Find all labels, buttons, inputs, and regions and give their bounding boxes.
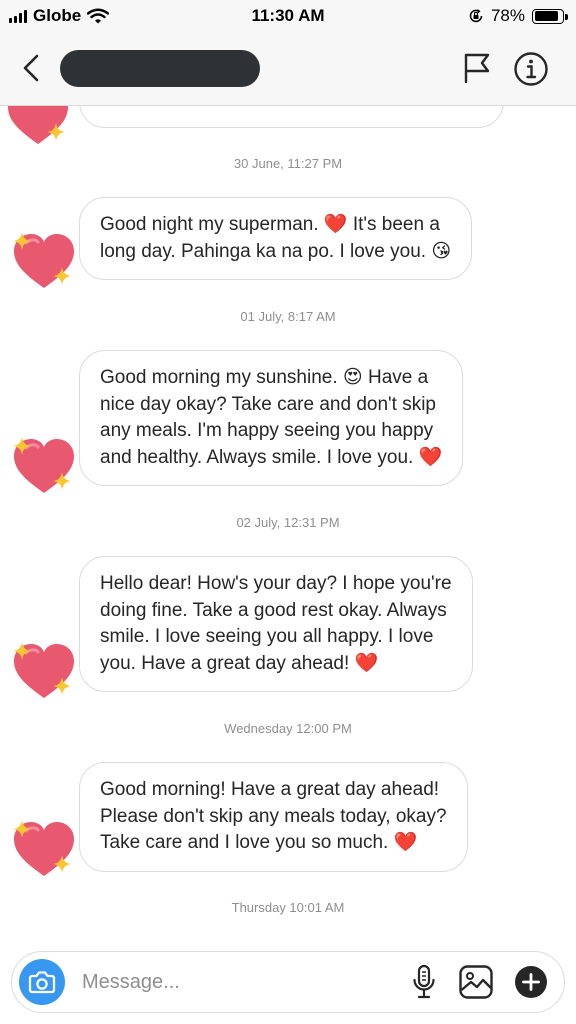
chat-header: [0, 32, 576, 106]
message-line: Take care and I love you so much. ❤️: [100, 832, 418, 853]
status-right: 78%: [468, 6, 568, 26]
camera-button[interactable]: [19, 959, 65, 1005]
message-line: Please don't skip any meals today, okay?: [100, 805, 447, 827]
message-line: Good morning my sunshine. 😍 Have a: [100, 367, 429, 388]
sparkling-heart-icon: [12, 642, 76, 702]
back-chevron-icon[interactable]: [16, 52, 48, 84]
message-line: you. Have a great day ahead! ❤️: [100, 652, 379, 674]
plus-icon[interactable]: [514, 965, 548, 999]
orientation-lock-icon: [469, 9, 483, 23]
sparkling-heart-icon: [12, 232, 76, 292]
sparkling-heart-icon: [12, 820, 76, 880]
microphone-icon[interactable]: [410, 964, 438, 1000]
timestamp: 02 July, 12:31 PM: [236, 515, 340, 530]
message-bubble[interactable]: Hello dear! How's your day? I hope you'r…: [79, 556, 473, 692]
message-line: long day. Pahinga ka na po. I love you. …: [100, 240, 452, 262]
message-line: smile. I love seeing you all happy. I lo…: [100, 626, 434, 647]
message-line: Hello dear! How's your day? I hope you'r…: [100, 573, 452, 594]
timestamp: 30 June, 11:27 PM: [233, 156, 343, 171]
status-bar: Globe 11:30 AM 78%: [0, 0, 576, 32]
battery-icon: [532, 8, 568, 24]
message-line: nice day okay? Take care and don't skip: [100, 393, 436, 415]
info-icon[interactable]: [513, 51, 549, 87]
message-line: doing fine. Take a good rest okay. Alway…: [100, 599, 447, 621]
message-bubble[interactable]: Good morning! Have a great day ahead! Pl…: [79, 762, 468, 872]
message-input[interactable]: [82, 964, 392, 1000]
flag-icon[interactable]: [461, 52, 493, 84]
contact-name-redacted[interactable]: [60, 50, 260, 87]
message-composer: [11, 951, 565, 1013]
camera-icon: [28, 971, 56, 994]
message-line: and healthy. Always smile. I love you. ❤…: [100, 446, 443, 468]
message-line: Good morning! Have a great day ahead!: [100, 779, 440, 800]
message-line: Good night my superman. ❤️ It's been a: [100, 214, 440, 235]
message-bubble[interactable]: Good night my superman. ❤️ It's been a l…: [79, 197, 473, 280]
message-bubble[interactable]: Good morning my sunshine. 😍 Have a nice …: [79, 350, 464, 486]
chat-thread: 30 June, 11:27 PM Good night my superman…: [0, 0, 576, 1024]
timestamp: Thursday 10:01 AM: [231, 900, 345, 915]
timestamp: 01 July, 8:17 AM: [240, 309, 336, 324]
sparkling-heart-icon: [12, 437, 76, 497]
battery-percent: 78%: [490, 6, 525, 25]
gallery-icon[interactable]: [458, 964, 494, 1000]
message-line: any meals. I'm happy seeing you happy: [100, 420, 434, 441]
timestamp: Wednesday 12:00 PM: [224, 721, 352, 736]
